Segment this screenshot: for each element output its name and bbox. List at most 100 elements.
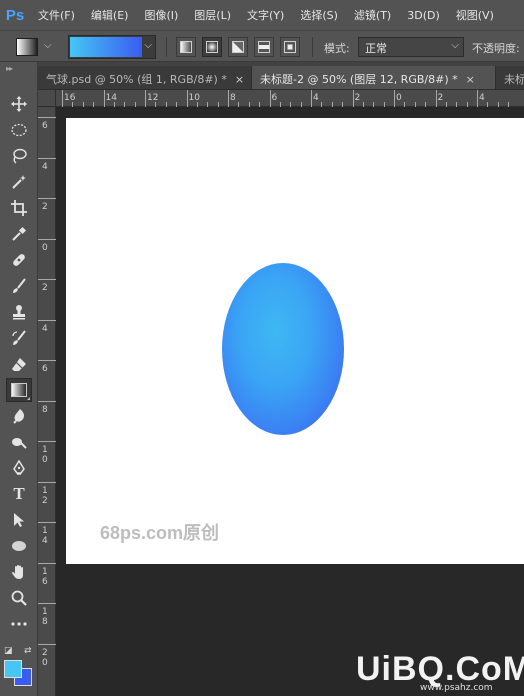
app-logo[interactable]: Ps xyxy=(0,0,30,30)
blend-mode-value: 正常 xyxy=(365,42,387,55)
credit-text: 68ps.com原创 xyxy=(100,523,220,543)
history-brush-tool[interactable] xyxy=(6,326,32,350)
hand-tool[interactable] xyxy=(6,560,32,584)
zoom-tool[interactable] xyxy=(6,586,32,610)
stamp-icon xyxy=(13,305,25,320)
opacity-label: 不透明度: xyxy=(472,42,520,55)
ruler-major-tick xyxy=(38,481,56,483)
brush-tool[interactable] xyxy=(6,274,32,298)
ellipsis-icon xyxy=(11,622,27,626)
gradient-icon xyxy=(11,383,27,397)
linear-gradient-button[interactable] xyxy=(176,37,196,57)
ruler-origin[interactable] xyxy=(38,90,56,107)
bandage-icon xyxy=(13,254,25,266)
gradient-preview[interactable] xyxy=(70,37,142,57)
separator xyxy=(312,37,313,57)
clone-stamp-tool[interactable] xyxy=(6,300,32,324)
close-icon[interactable]: × xyxy=(235,73,244,86)
ruler-label: 14 xyxy=(105,93,117,103)
zoom-icon xyxy=(11,590,27,606)
swap-colors-icon[interactable]: ⇄ xyxy=(24,646,32,656)
shape-tool[interactable] xyxy=(6,534,32,558)
angle-gradient-button[interactable] xyxy=(228,37,248,57)
lasso-tool[interactable] xyxy=(6,144,32,168)
gradient-tool[interactable] xyxy=(6,378,32,402)
drop-icon xyxy=(13,409,24,424)
linear-gradient-icon xyxy=(180,41,192,53)
ellipse-marquee-icon xyxy=(11,123,27,137)
menu-file[interactable]: 文件(F) xyxy=(30,7,83,23)
chevron-down-icon[interactable]: ⌵ xyxy=(44,40,52,51)
ruler-major-tick xyxy=(311,90,312,107)
menu-type[interactable]: 文字(Y) xyxy=(239,7,292,23)
menu-select[interactable]: 选择(S) xyxy=(292,7,346,23)
ruler-major-tick xyxy=(145,90,146,107)
eyedropper-tool[interactable] xyxy=(6,222,32,246)
crop-tool[interactable] xyxy=(6,196,32,220)
eraser-icon xyxy=(12,358,26,371)
hand-icon xyxy=(12,565,23,579)
menu-edit[interactable]: 编辑(E) xyxy=(83,7,137,23)
ruler-major-tick xyxy=(38,441,56,442)
ruler-major-tick xyxy=(62,90,63,107)
path-selection-tool[interactable] xyxy=(6,508,32,532)
document-tabs: 气球.psd @ 50% (组 1, RGB/8#) * × 未标题-2 @ 50… xyxy=(38,62,524,90)
tab-untitled-overflow[interactable]: 未标 xyxy=(496,66,524,89)
blend-mode-select[interactable]: 正常 ⌵ xyxy=(358,37,464,57)
ruler-label: 4 xyxy=(42,161,48,172)
ruler-label: 0 xyxy=(42,242,48,253)
dodge-tool[interactable] xyxy=(6,430,32,454)
ruler-major-tick xyxy=(103,90,105,107)
diamond-gradient-icon xyxy=(284,41,296,53)
menu-3d[interactable]: 3D(D) xyxy=(399,9,448,22)
type-tool[interactable]: T xyxy=(6,482,32,506)
ruler-major-tick xyxy=(38,238,56,240)
menu-image[interactable]: 图像(I) xyxy=(136,7,186,23)
close-icon[interactable]: × xyxy=(466,73,475,86)
menu-filter[interactable]: 滤镜(T) xyxy=(346,7,399,23)
panel-collapse-icon[interactable]: ▸▸ xyxy=(6,64,13,73)
move-tool[interactable] xyxy=(6,92,32,116)
ruler-major-tick xyxy=(38,117,56,118)
tab-label: 未标题-2 @ 50% (图层 12, RGB/8#) * xyxy=(260,73,458,86)
tab-balloon-psd[interactable]: 气球.psd @ 50% (组 1, RGB/8#) * × xyxy=(38,66,252,89)
menu-view[interactable]: 视图(V) xyxy=(448,7,502,23)
marquee-tool[interactable] xyxy=(6,118,32,142)
ruler-major-tick xyxy=(38,157,56,159)
reflected-gradient-button[interactable] xyxy=(254,37,274,57)
horizontal-ruler[interactable]: 16 14 12 10 8 6 4 2 0 2 4 xyxy=(38,90,524,107)
options-bar: ⌵ ⌵ 模式: 正常 ⌵ 不透明度: xyxy=(0,30,524,62)
tools-panel: ▸▸ T ◪ ⇄ xyxy=(0,62,38,696)
dodge-icon xyxy=(12,438,27,449)
ruler-major-tick xyxy=(186,90,188,107)
tab-untitled-2[interactable]: 未标题-2 @ 50% (图层 12, RGB/8#) * × xyxy=(252,66,496,89)
ruler-label: 4 xyxy=(313,93,319,103)
diamond-gradient-button[interactable] xyxy=(280,37,300,57)
menu-layer[interactable]: 图层(L) xyxy=(186,7,239,23)
lasso-icon xyxy=(13,148,27,164)
ruler-major-tick xyxy=(394,90,395,107)
chevron-down-icon: ⌵ xyxy=(451,40,459,51)
foreground-color-swatch[interactable] xyxy=(4,660,22,678)
healing-brush-tool[interactable] xyxy=(6,248,32,272)
ruler-major-tick xyxy=(38,400,56,402)
ruler-major-tick xyxy=(38,562,56,564)
history-brush-icon xyxy=(12,330,26,345)
edit-toolbar-button[interactable] xyxy=(6,612,32,636)
ruler-major-tick xyxy=(38,279,56,280)
default-colors-icon[interactable]: ◪ xyxy=(4,646,13,656)
eraser-tool[interactable] xyxy=(6,352,32,376)
ruler-major-tick xyxy=(38,360,56,361)
tool-preset-picker[interactable] xyxy=(16,38,38,56)
ruler-major-tick xyxy=(228,90,229,107)
radial-gradient-button[interactable] xyxy=(202,37,222,57)
ruler-label: 0 xyxy=(396,93,402,103)
ruler-major-tick xyxy=(38,522,56,523)
vertical-ruler[interactable]: 64202468101214161820 xyxy=(38,107,56,696)
magic-wand-tool[interactable] xyxy=(6,170,32,194)
ruler-label: 2 xyxy=(354,93,361,103)
blur-tool[interactable] xyxy=(6,404,32,428)
gradient-picker[interactable]: ⌵ xyxy=(68,35,156,59)
chevron-down-icon[interactable]: ⌵ xyxy=(144,40,152,51)
pen-tool[interactable] xyxy=(6,456,32,480)
